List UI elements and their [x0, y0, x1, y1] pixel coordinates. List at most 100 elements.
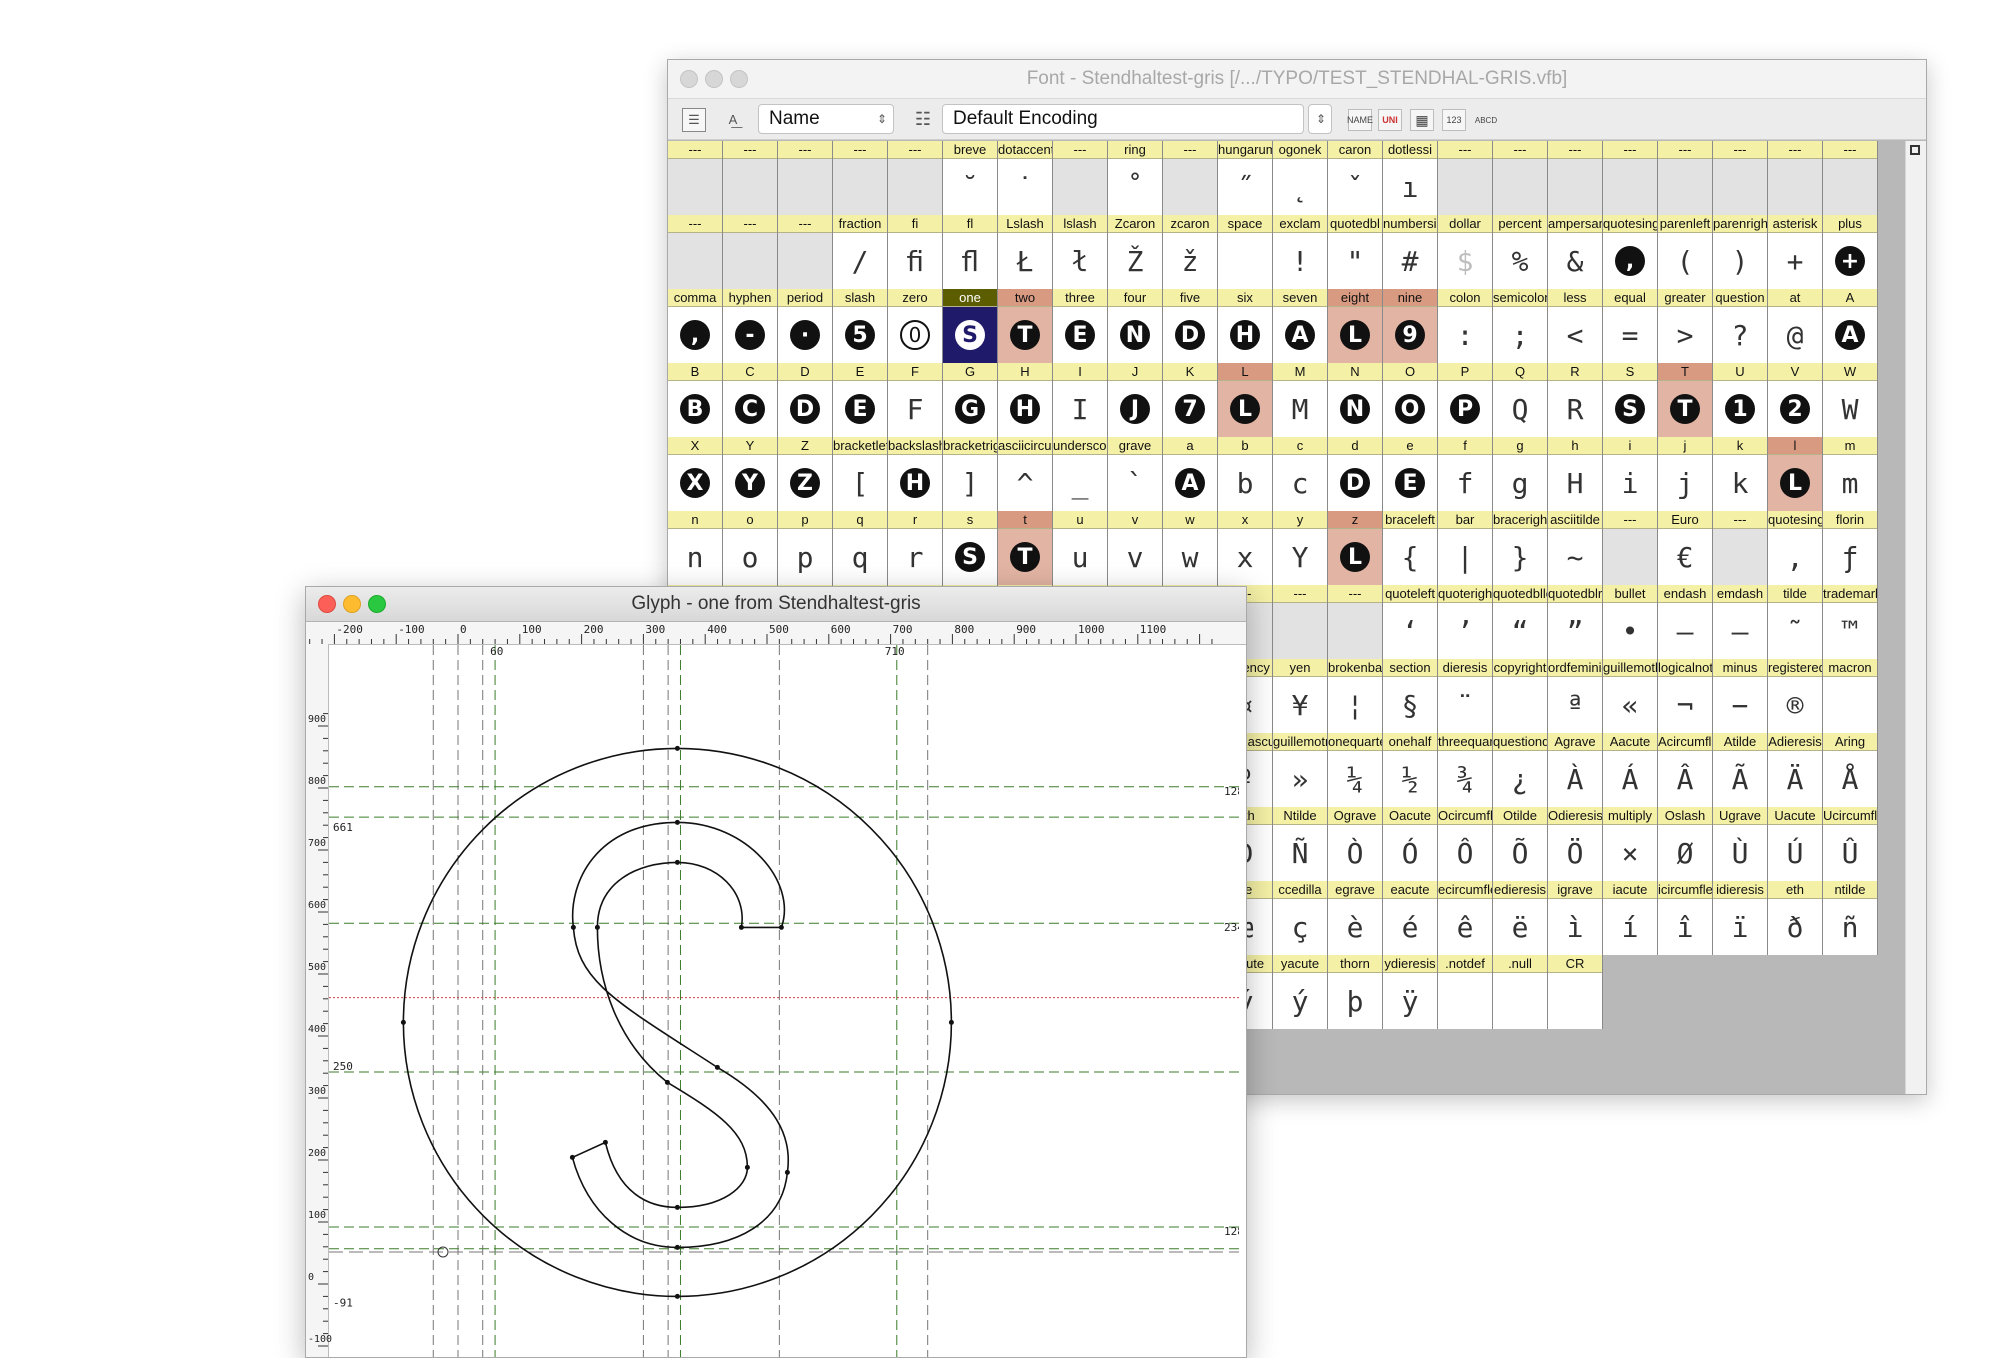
abcd-button[interactable]: ABCD	[1474, 109, 1498, 131]
glyph-cell[interactable]: quotedbl "	[1328, 215, 1383, 289]
glyph-cell[interactable]: three E	[1053, 289, 1108, 363]
glyph-cell[interactable]: thorn þ	[1328, 955, 1383, 1029]
glyph-cell[interactable]: section §	[1383, 659, 1438, 733]
glyph-cell[interactable]: ---	[778, 215, 833, 289]
glyph-cell[interactable]: breve ˘	[943, 141, 998, 215]
glyph-cell[interactable]: mm	[1823, 437, 1878, 511]
glyph-cell[interactable]: braceleft {	[1383, 511, 1438, 585]
glyph-cell[interactable]: HH	[998, 363, 1053, 437]
glyph-cell[interactable]: NN	[1328, 363, 1383, 437]
glyph-cell[interactable]: lL	[1768, 437, 1823, 511]
glyph-cell[interactable]: bracketleft [	[833, 437, 888, 511]
glyph-cell[interactable]: ---	[723, 215, 778, 289]
glyph-cell[interactable]: lslash ł	[1053, 215, 1108, 289]
glyph-cell[interactable]: RR	[1548, 363, 1603, 437]
glyph-cell[interactable]: Oacute Ó	[1383, 807, 1438, 881]
glyph-cell[interactable]: ---	[1603, 511, 1658, 585]
glyph-cell[interactable]: yen ¥	[1273, 659, 1328, 733]
glyph-cell[interactable]: trademark ™	[1823, 585, 1878, 659]
glyph-cell[interactable]: oo	[723, 511, 778, 585]
encoding-select[interactable]: Default Encoding	[942, 104, 1304, 134]
glyph-cell[interactable]: ---	[778, 141, 833, 215]
glyph-cell[interactable]: ---	[1438, 141, 1493, 215]
glyph-cell[interactable]: seven A	[1273, 289, 1328, 363]
caption-icon[interactable]: A͟	[721, 108, 745, 130]
glyph-cell[interactable]: ---	[1603, 141, 1658, 215]
glyph-cell[interactable]: quotesingle,	[1603, 215, 1658, 289]
glyph-cell[interactable]: EE	[833, 363, 888, 437]
glyph-cell[interactable]: zero 0	[888, 289, 943, 363]
glyph-cell[interactable]: ampersand &	[1548, 215, 1603, 289]
glyph-cell[interactable]: exclam!	[1273, 215, 1328, 289]
glyph-cell[interactable]: XX	[668, 437, 723, 511]
glyph-cell[interactable]: macron	[1823, 659, 1878, 733]
vertical-ruler[interactable]: 900 800 700 600 500 400 300 200 100 0 -100	[306, 644, 332, 1357]
glyph-cell[interactable]: Atilde Ã	[1713, 733, 1768, 807]
glyph-cell[interactable]: guillemotright »	[1273, 733, 1328, 807]
glyph-cell[interactable]: caron ˇ	[1328, 141, 1383, 215]
glyph-cell[interactable]: zcaron ž	[1163, 215, 1218, 289]
glyph-cell[interactable]: hH	[1548, 437, 1603, 511]
glyph-cell[interactable]: nine 9	[1383, 289, 1438, 363]
glyph-cell[interactable]: Ntilde Ñ	[1273, 807, 1328, 881]
glyph-cell[interactable]: Agrave À	[1548, 733, 1603, 807]
glyph-cell[interactable]: FF	[888, 363, 943, 437]
glyph-cell[interactable]: OO	[1383, 363, 1438, 437]
glyph-cell[interactable]: QQ	[1493, 363, 1548, 437]
glyph-cell[interactable]: ---	[1548, 141, 1603, 215]
glyph-cell[interactable]: ---	[888, 141, 943, 215]
glyph-cell[interactable]: emdash —	[1713, 585, 1768, 659]
glyph-cell[interactable]: egrave è	[1328, 881, 1383, 955]
glyph-cell[interactable]: TT	[1658, 363, 1713, 437]
glyph-cell[interactable]: comma,	[668, 289, 723, 363]
glyph-cell[interactable]: ZZ	[778, 437, 833, 511]
glyph-cell[interactable]: WW	[1823, 363, 1878, 437]
glyph-cell[interactable]: CR	[1548, 955, 1603, 1029]
glyph-cell[interactable]: ---	[833, 141, 888, 215]
glyph-cell[interactable]: percent%	[1493, 215, 1548, 289]
glyph-cell[interactable]: dieresis ¨	[1438, 659, 1493, 733]
glyph-cell[interactable]: Aring Å	[1823, 733, 1878, 807]
glyph-cell[interactable]: equal =	[1603, 289, 1658, 363]
glyph-cell[interactable]: AA	[1823, 289, 1878, 363]
glyph-cell[interactable]: one S	[943, 289, 998, 363]
glyph-cell[interactable]: ntilde ñ	[1823, 881, 1878, 955]
unicode-mode-button[interactable]: UNI	[1378, 109, 1402, 131]
glyph-cell[interactable]: fi ﬁ	[888, 215, 943, 289]
glyph-cell[interactable]: ---	[1713, 141, 1768, 215]
glyph-cell[interactable]: kk	[1713, 437, 1768, 511]
glyph-cell[interactable]: eth ð	[1768, 881, 1823, 955]
glyph-cell[interactable]: onehalf ½	[1383, 733, 1438, 807]
glyph-cell[interactable]: bullet •	[1603, 585, 1658, 659]
glyph-cell[interactable]: semicolon;	[1493, 289, 1548, 363]
name-mode-button[interactable]: NAME	[1347, 109, 1373, 131]
glyph-cell[interactable]: quotedblright ”	[1548, 585, 1603, 659]
glyph-cell[interactable]: quoteright ’	[1438, 585, 1493, 659]
glyph-cell[interactable]: qq	[833, 511, 888, 585]
glyph-cell[interactable]: colon:	[1438, 289, 1493, 363]
glyph-cell[interactable]: four N	[1108, 289, 1163, 363]
glyph-cell[interactable]: guillemotleft «	[1603, 659, 1658, 733]
glyph-cell[interactable]: dotaccent ˙	[998, 141, 1053, 215]
glyph-cell[interactable]: brokenbar ¦	[1328, 659, 1383, 733]
glyph-cell[interactable]: ---	[1658, 141, 1713, 215]
glyph-cell[interactable]: jj	[1658, 437, 1713, 511]
glyph-cell[interactable]: fraction /	[833, 215, 888, 289]
glyph-cell[interactable]: pp	[778, 511, 833, 585]
glyph-cell[interactable]: uu	[1053, 511, 1108, 585]
glyph-cell[interactable]: endash –	[1658, 585, 1713, 659]
glyph-cell[interactable]: ff	[1438, 437, 1493, 511]
glyph-cell[interactable]: asterisk +	[1768, 215, 1823, 289]
glyph-cell[interactable]: .null	[1493, 955, 1548, 1029]
glyph-cell[interactable]: onequarter ¼	[1328, 733, 1383, 807]
glyph-cell[interactable]: sS	[943, 511, 998, 585]
grid-icon[interactable]: ▦	[1410, 109, 1434, 131]
glyph-cell[interactable]: U1	[1713, 363, 1768, 437]
glyph-cell[interactable]: yacute ý	[1273, 955, 1328, 1029]
glyph-cell[interactable]: florin ƒ	[1823, 511, 1878, 585]
glyph-cell[interactable]: ---	[668, 215, 723, 289]
glyph-cell[interactable]: braceright}	[1493, 511, 1548, 585]
glyph-cell[interactable]: quotesinglbase,	[1768, 511, 1823, 585]
glyph-cell[interactable]: icircumflex î	[1658, 881, 1713, 955]
glyph-cell[interactable]: zL	[1328, 511, 1383, 585]
